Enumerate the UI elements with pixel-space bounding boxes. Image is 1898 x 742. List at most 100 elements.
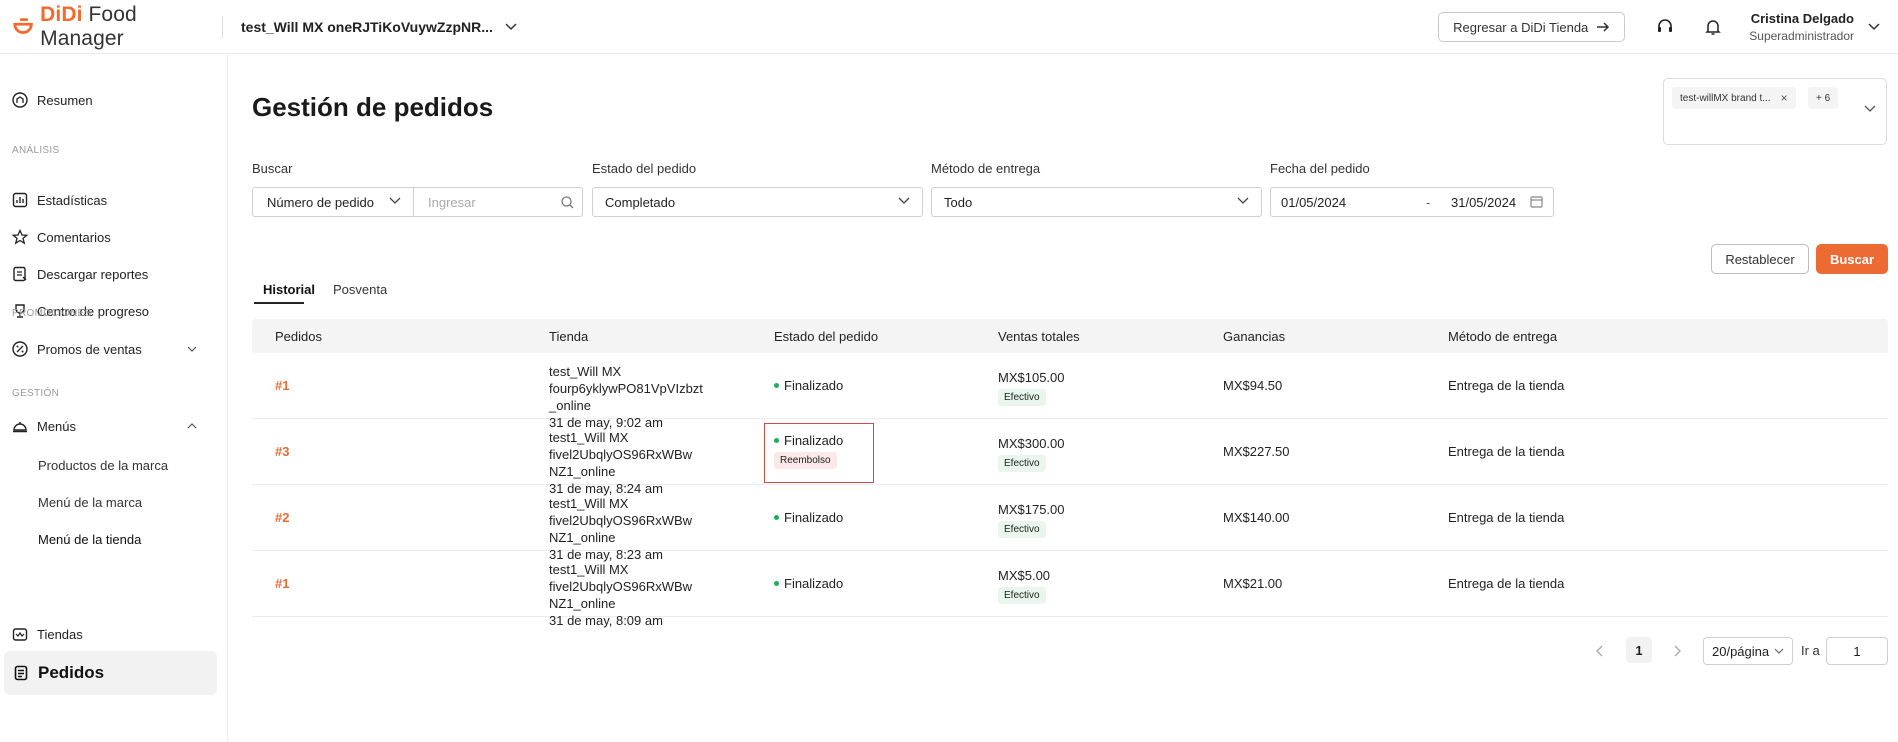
order-id-link[interactable]: #1 <box>275 576 289 591</box>
column-header: Pedidos <box>275 329 322 344</box>
notifications-button[interactable] <box>1701 15 1725 39</box>
search-input[interactable]: Ingresar <box>414 188 582 216</box>
page-size-select[interactable]: 20/página <box>1703 637 1793 665</box>
status-dot <box>774 515 779 520</box>
store-name-line2: NZ1_online <box>549 530 616 545</box>
status-dot <box>774 438 779 443</box>
sidebar-subitem-productos-marca[interactable]: Productos de la marca <box>38 458 168 473</box>
store-selector[interactable]: test_Will MX oneRJTiKoVuywZzpNR... <box>241 19 517 35</box>
logo[interactable]: DiDi Food Manager <box>12 3 212 51</box>
gain-cell: MX$94.50 <box>1223 378 1283 393</box>
didi-logo-icon <box>13 17 33 34</box>
active-tab-indicator <box>254 302 304 304</box>
search-type-value: Número de pedido <box>267 194 374 210</box>
chart-icon <box>12 192 28 208</box>
support-headset-button[interactable] <box>1653 15 1677 39</box>
sidebar-item-pedidos[interactable]: Pedidos <box>4 651 217 695</box>
search-placeholder: Ingresar <box>428 194 476 210</box>
sidebar-item-label: Menús <box>37 418 77 434</box>
order-id-link[interactable]: #3 <box>275 444 289 459</box>
gain-cell: MX$227.50 <box>1223 444 1290 459</box>
sidebar: Resumen ANÁLISIS Estadísticas Comentario… <box>0 55 228 742</box>
status-select[interactable]: Completado <box>592 187 923 217</box>
sidebar-item-label: Tiendas <box>37 626 83 642</box>
gain-cell: MX$140.00 <box>1223 510 1290 525</box>
headset-icon <box>1658 19 1673 32</box>
sales-amount: MX$175.00 <box>998 502 1065 517</box>
status-text: Finalizado <box>784 378 844 393</box>
chevron-down-icon <box>505 22 517 30</box>
table-row[interactable]: #3 test1_Will MX fivel2UbqlyOS96RxWBw NZ… <box>252 419 1888 496</box>
tab-posventa[interactable]: Posventa <box>333 282 387 297</box>
chevron-down-icon <box>187 346 197 352</box>
table-header: Pedidos Tienda Estado del pedido Ventas … <box>252 319 1888 353</box>
search-type-select[interactable]: Número de pedido <box>253 188 414 216</box>
sales-amount: MX$105.00 <box>998 370 1065 385</box>
sidebar-item-resumen[interactable]: Resumen <box>12 92 93 108</box>
back-to-store-label: Regresar a DiDi Tienda <box>1453 19 1589 35</box>
search-button[interactable]: Buscar <box>1816 244 1888 274</box>
table-row[interactable]: #1 test1_Will MX fivel2UbqlyOS96RxWBw NZ… <box>252 551 1888 628</box>
chevron-down-icon <box>1864 105 1876 112</box>
section-analisis: ANÁLISIS <box>12 145 60 156</box>
date-range-picker[interactable]: 01/05/2024 - 31/05/2024 <box>1270 187 1554 217</box>
store-name-line2: _online <box>549 398 591 413</box>
sidebar-item-tiendas[interactable]: Tiendas <box>12 626 83 642</box>
user-name: Cristina Delgado <box>1750 11 1854 26</box>
brand-filter-select[interactable]: test-willMX brand t... × + 6 <box>1663 78 1887 145</box>
tab-historial[interactable]: Historial <box>263 282 315 297</box>
status-dot <box>774 581 779 586</box>
reset-button[interactable]: Restablecer <box>1711 244 1809 274</box>
sidebar-item-estadisticas[interactable]: Estadísticas <box>12 192 107 208</box>
bell-icon <box>1705 20 1722 35</box>
orders-table: Pedidos Tienda Estado del pedido Ventas … <box>252 319 1888 628</box>
chevron-right-icon[interactable] <box>1674 645 1682 657</box>
sidebar-item-label: Pedidos <box>38 663 105 682</box>
order-id-link[interactable]: #1 <box>275 378 289 393</box>
sales-amount: MX$5.00 <box>998 568 1051 583</box>
status-cell: Finalizado <box>774 378 843 393</box>
sidebar-item-menus[interactable]: Menús <box>12 418 202 434</box>
divider <box>222 15 223 38</box>
status-value: Completado <box>605 194 676 210</box>
order-id-link[interactable]: #2 <box>275 510 289 525</box>
status-cell: Finalizado <box>774 510 843 525</box>
table-row[interactable]: #2 test1_Will MX fivel2UbqlyOS96RxWBw NZ… <box>252 485 1888 562</box>
chevron-down-icon[interactable] <box>1868 23 1880 31</box>
section-gestion: GESTIÓN <box>12 388 60 399</box>
gain-cell: MX$21.00 <box>1223 576 1283 591</box>
user-role: Superadministrador <box>1749 29 1854 43</box>
sidebar-subitem-menu-tienda[interactable]: Menú de la tienda <box>38 532 141 547</box>
store-name-line1: test1_Will MX fivel2UbqlyOS96RxWBw <box>549 430 693 462</box>
status-text: Finalizado <box>784 510 844 525</box>
status-text: Finalizado <box>784 433 844 448</box>
top-bar: DiDi Food Manager test_Will MX oneRJTiKo… <box>0 0 1898 54</box>
logo-text: DiDi Food Manager <box>40 2 137 50</box>
sidebar-item-promos[interactable]: Promos de ventas <box>12 341 202 357</box>
status-label: Estado del pedido <box>592 161 697 176</box>
calendar-icon <box>1530 196 1543 208</box>
date-to[interactable]: 31/05/2024 <box>1451 195 1516 210</box>
chevron-left-icon[interactable] <box>1595 645 1603 657</box>
back-to-store-button[interactable]: Regresar a DiDi Tienda <box>1438 12 1626 42</box>
sidebar-subitem-menu-marca[interactable]: Menú de la marca <box>38 495 142 510</box>
close-icon[interactable]: × <box>1781 91 1788 105</box>
chevron-up-icon <box>187 423 197 429</box>
user-info[interactable]: Cristina Delgado Superadministrador <box>1749 11 1854 43</box>
status-cell: Finalizado <box>774 576 843 591</box>
go-to-page-input[interactable]: 1 <box>1826 637 1888 665</box>
search-icon[interactable] <box>561 196 574 209</box>
arrow-right-icon <box>1597 22 1610 32</box>
sales-cell: MX$5.00 Efectivo <box>998 568 1050 604</box>
sales-cell: MX$175.00 Efectivo <box>998 502 1065 538</box>
sidebar-item-comentarios[interactable]: Comentarios <box>12 229 111 245</box>
brand-tag: test-willMX brand t... × <box>1672 87 1796 109</box>
delivery-select[interactable]: Todo <box>931 187 1262 217</box>
chevron-down-icon <box>898 197 910 204</box>
page-current[interactable]: 1 <box>1626 637 1652 663</box>
date-from[interactable]: 01/05/2024 <box>1281 195 1346 210</box>
sidebar-item-descargar-reportes[interactable]: Descargar reportes <box>12 266 148 282</box>
report-icon <box>13 266 27 282</box>
chevron-down-icon <box>1237 197 1249 204</box>
table-row[interactable]: #1 test_Will MX fourp6yklywPO81VpVIzbzt … <box>252 353 1888 430</box>
